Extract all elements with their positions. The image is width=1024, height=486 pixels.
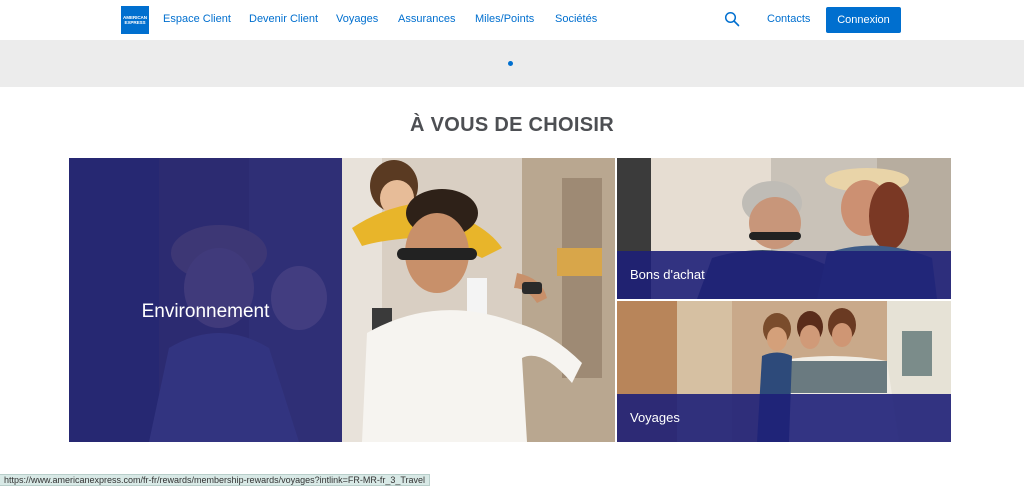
carousel-dot-active[interactable] xyxy=(508,61,513,66)
logo-line-2: EXPRESS xyxy=(124,20,146,25)
section-title: À VOUS DE CHOISIR xyxy=(409,114,615,136)
tile-bons-achat[interactable]: Bons d'achat xyxy=(617,158,951,299)
tile-label-voyages: Voyages xyxy=(630,410,680,425)
status-bar-url: https://www.americanexpress.com/fr-fr/re… xyxy=(0,474,431,486)
login-button[interactable]: Connexion xyxy=(826,7,901,33)
tile-label-environnement: Environnement xyxy=(141,301,270,322)
nav-espace-client[interactable]: Espace Client xyxy=(163,13,231,25)
tile-family-photo[interactable] xyxy=(342,158,615,442)
father-child-photo xyxy=(342,158,615,442)
nav-voyages[interactable]: Voyages xyxy=(336,13,378,25)
top-header: AMERICAN EXPRESS Espace Client Devenir C… xyxy=(0,0,1024,40)
tile-voyages[interactable]: Voyages xyxy=(617,301,951,442)
tile-label-band: Bons d'achat xyxy=(617,251,951,299)
nav-societes[interactable]: Sociétés xyxy=(555,13,597,25)
tile-label-band: Voyages xyxy=(617,394,951,442)
amex-logo[interactable]: AMERICAN EXPRESS xyxy=(121,6,149,34)
tile-label-bons-achat: Bons d'achat xyxy=(630,267,705,282)
carousel-banner xyxy=(0,40,1024,87)
nav-miles-points[interactable]: Miles/Points xyxy=(475,13,534,25)
nav-assurances[interactable]: Assurances xyxy=(398,13,455,25)
nav-devenir-client[interactable]: Devenir Client xyxy=(249,13,318,25)
contacts-link[interactable]: Contacts xyxy=(767,13,810,25)
tile-overlay xyxy=(69,158,342,442)
tile-environnement[interactable]: Environnement xyxy=(69,158,342,442)
search-icon[interactable] xyxy=(724,11,740,27)
